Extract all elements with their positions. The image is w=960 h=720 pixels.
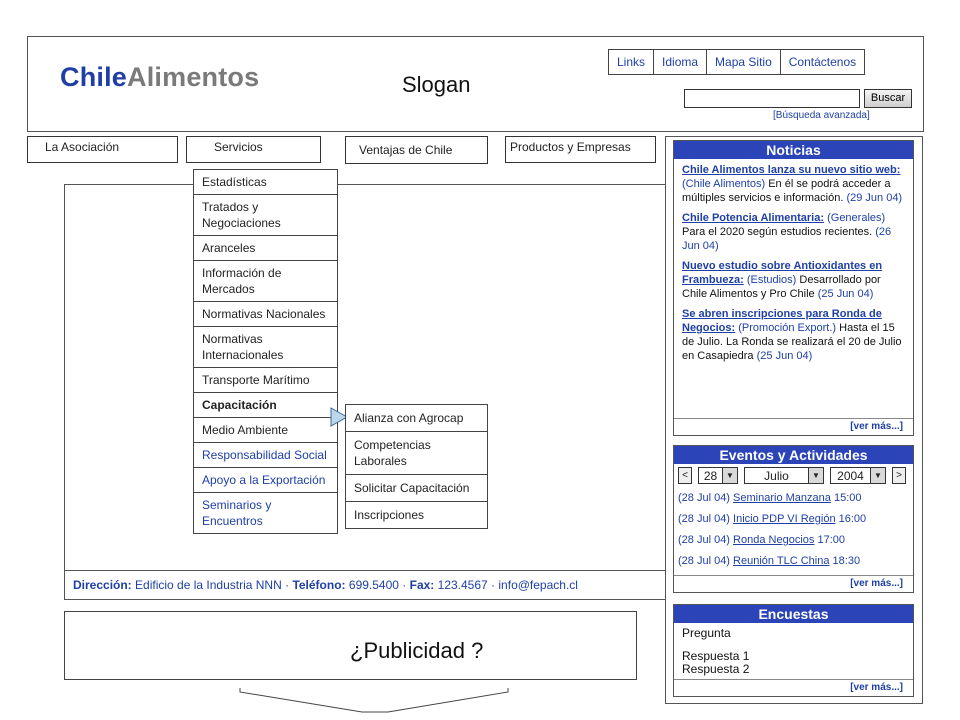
servicios-dropdown: Estadísticas Tratados y Negociaciones Ar… [193,169,338,534]
news-link[interactable]: Chile Alimentos lanza su nuevo sitio web… [682,164,900,176]
site-logo[interactable]: ChileAlimentos [60,62,259,93]
menu-capacitacion[interactable]: Capacitación [194,393,337,418]
nav-ventajas-de-chile[interactable]: Ventajas de Chile [345,136,488,164]
encuestas-more-link[interactable]: [ver más...] [674,679,913,696]
menu-transporte-maritimo[interactable]: Transporte Marítimo [194,368,337,393]
menu-apoyo-exportacion[interactable]: Apoyo a la Exportación [194,468,337,493]
noticias-more-link[interactable]: [ver más...] [674,418,913,435]
encuestas-panel: Encuestas Pregunta Respuesta 1 Respuesta… [673,604,914,697]
nav-la-asociacion[interactable]: La Asociación [27,136,178,163]
chevron-down-icon: ▼ [870,468,885,483]
footer-contact: Dirección: Edificio de la Industria NNN … [73,578,578,592]
advanced-search-link[interactable]: [Búsqueda avanzada] [773,110,870,121]
date-selectors: < 28 ▼ Julio ▼ 2004 ▼ > [674,464,913,484]
top-links: Links Idioma Mapa Sitio Contáctenos [608,49,866,75]
menu-medio-ambiente[interactable]: Medio Ambiente [194,418,337,443]
noticias-title: Noticias [674,141,913,159]
menu-seminarios[interactable]: Seminarios y Encuentros [194,493,337,533]
ad-down-arrow-icon [239,688,509,713]
event-item: (28 Jul 04) Ronda Negocios 17:00 [678,534,845,546]
noticias-panel: Noticias Chile Alimentos lanza su nuevo … [673,140,914,436]
month-select[interactable]: Julio ▼ [744,467,824,484]
submenu-alianza[interactable]: Alianza con Agrocap [346,405,487,432]
event-link[interactable]: Seminario Manzana [733,492,831,504]
year-select[interactable]: 2004 ▼ [830,467,886,484]
ad-text: ¿Publicidad ? [350,638,484,663]
poll-answer-2[interactable]: Respuesta 2 [682,663,905,676]
menu-normativas-nacionales[interactable]: Normativas Nacionales [194,302,337,327]
menu-normativas-internacionales[interactable]: Normativas Internacionales [194,327,337,368]
eventos-title: Eventos y Actividades [674,446,913,464]
news-item: Chile Alimentos lanza su nuevo sitio web… [682,164,903,204]
event-link[interactable]: Ronda Negocios [733,534,814,546]
news-item: Se abren inscripciones para Ronda de Neg… [682,308,902,362]
menu-informacion-mercados[interactable]: Información de Mercados [194,261,337,302]
event-link[interactable]: Inicio PDP VI Región [733,513,836,525]
toplink-idioma[interactable]: Idioma [654,50,708,74]
menu-responsabilidad-social[interactable]: Responsabilidad Social [194,443,337,468]
event-item: (28 Jul 04) Reunión TLC China 18:30 [678,555,861,567]
toplink-mapa-sitio[interactable]: Mapa Sitio [707,50,781,74]
slogan: Slogan [402,72,471,97]
menu-tratados[interactable]: Tratados y Negociaciones [194,195,337,236]
news-link[interactable]: Chile Potencia Alimentaria: [682,212,824,224]
toplink-contactenos[interactable]: Contáctenos [781,50,864,74]
search-button[interactable]: Buscar [864,89,912,108]
eventos-more-link[interactable]: [ver más...] [674,575,913,592]
nav-productos-y-empresas[interactable]: Productos y Empresas [505,136,656,163]
submenu-solicitar[interactable]: Solicitar Capacitación [346,475,487,502]
menu-estadisticas[interactable]: Estadísticas [194,170,337,195]
chevron-down-icon: ▼ [808,468,823,483]
content-frame [64,184,665,600]
poll-question: Pregunta [682,626,731,640]
event-item: (28 Jul 04) Inicio PDP VI Región 16:00 [678,513,867,525]
event-item: (28 Jul 04) Seminario Manzana 15:00 [678,492,862,504]
next-icon[interactable]: > [892,467,906,484]
news-item: Nuevo estudio sobre Antioxidantes en Fra… [682,260,883,300]
chevron-down-icon: ▼ [722,468,737,483]
submenu-inscripciones[interactable]: Inscripciones [346,502,487,528]
toplink-links[interactable]: Links [609,50,655,74]
eventos-panel: Eventos y Actividades < 28 ▼ Julio ▼ 2004 ▼… [673,445,914,593]
search-input[interactable] [684,89,860,108]
encuestas-title: Encuestas [674,605,913,623]
footer-email[interactable]: info@fepach.cl [498,578,578,592]
nav-servicios[interactable]: Servicios [186,136,321,163]
day-select[interactable]: 28 ▼ [698,467,738,484]
capacitacion-submenu: Alianza con Agrocap Competencias Laboral… [345,404,488,529]
news-item: Chile Potencia Alimentaria: (Generales) … [682,212,892,252]
prev-icon[interactable]: < [678,467,692,484]
menu-aranceles[interactable]: Aranceles [194,236,337,261]
footer-divider [64,570,665,571]
event-link[interactable]: Reunión TLC China [733,555,829,567]
submenu-competencias[interactable]: Competencias Laborales [346,432,487,475]
